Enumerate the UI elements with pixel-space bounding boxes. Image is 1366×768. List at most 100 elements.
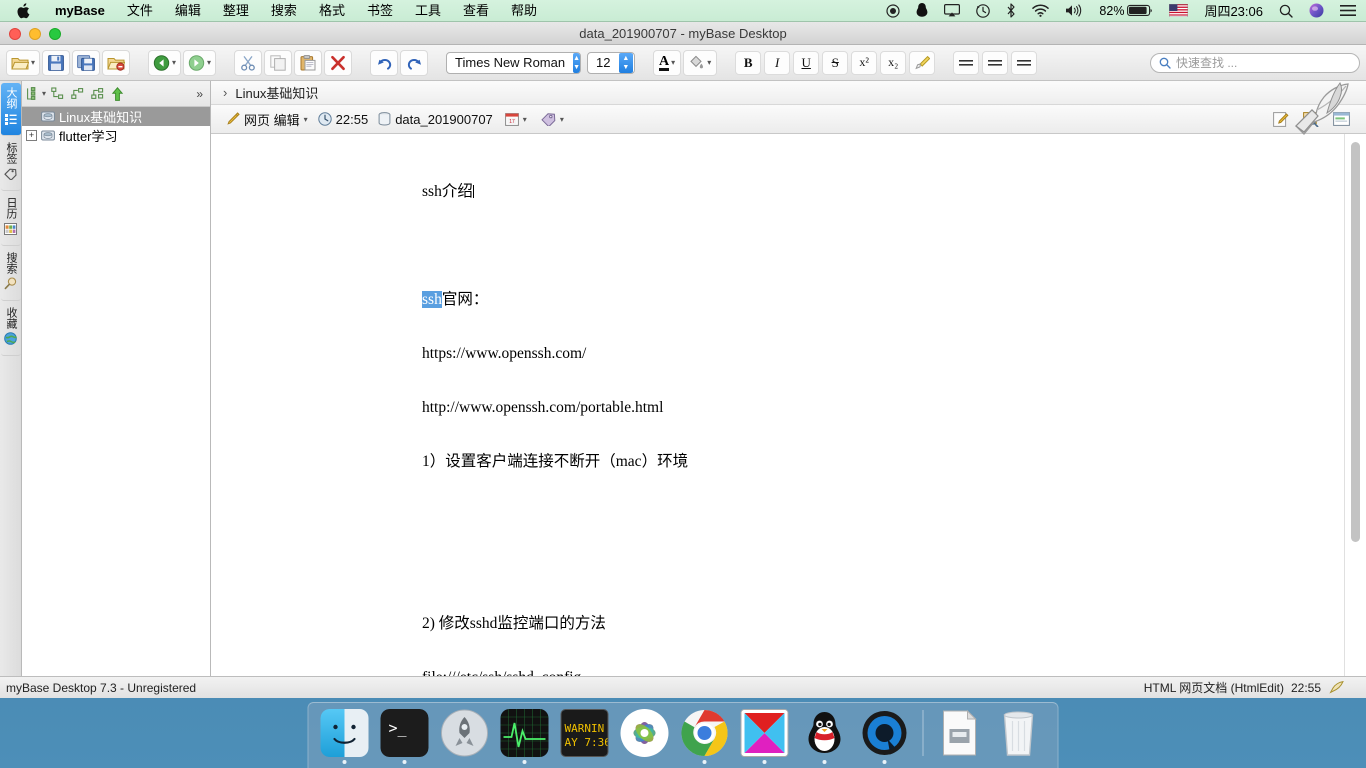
new-sub-node-button[interactable] [91,87,106,101]
undo-button[interactable] [370,49,399,76]
text-color-button[interactable]: A ▾ [653,49,682,76]
bold-button[interactable]: B [735,50,762,75]
dock-item-photos[interactable] [619,709,671,764]
dock-item-quicktime[interactable] [859,709,911,764]
dock-item-documents-stack[interactable] [936,709,988,764]
rail-tab-search[interactable]: 搜索 [0,248,21,301]
breadcrumb-path[interactable]: Linux基础知识 [235,83,318,102]
align-left-button[interactable] [953,50,980,75]
notification-center-icon[interactable] [1332,0,1366,22]
menu-item-help[interactable]: 帮助 [500,0,548,22]
window-icon[interactable] [1333,112,1350,126]
qq-penguin-icon[interactable] [908,0,936,22]
rail-tab-favorites[interactable]: 收藏 [0,303,21,356]
scrollbar-thumb[interactable] [1351,142,1360,542]
tree-item-linux[interactable]: Linux基础知识 [22,107,210,126]
superscript-button[interactable]: x² [851,50,878,75]
redo-button[interactable] [400,49,429,76]
database-control[interactable]: data_201900707 [378,112,493,127]
zoom-button[interactable] [49,28,61,40]
paste-button[interactable] [294,49,323,76]
edit-note-icon[interactable] [1273,111,1289,127]
italic-button[interactable]: I [764,50,791,75]
save-all-button[interactable] [72,49,101,76]
new-sibling-node-button[interactable] [51,86,66,101]
close-button[interactable] [9,28,21,40]
move-up-button[interactable] [111,86,124,101]
vertical-scrollbar[interactable] [1344,134,1366,676]
menu-item-file[interactable]: 文件 [116,0,164,22]
menu-item-bookmarks[interactable]: 书签 [356,0,404,22]
font-size-select[interactable]: 12 ▲ ▼ [587,51,636,74]
open-file-button[interactable]: ▾ [6,49,41,76]
siri-icon[interactable] [1301,0,1332,22]
preview-icon[interactable] [1303,111,1319,127]
menu-bar-clock[interactable]: 周四23:06 [1196,0,1271,22]
calendar-control[interactable]: 17 ▾ [504,112,527,126]
underline-button[interactable]: U [793,50,820,75]
dock-item-qq[interactable] [799,709,851,764]
cut-button[interactable] [234,49,263,76]
chevron-down-icon[interactable]: ▾ [31,58,35,67]
chevron-down-icon[interactable]: ▾ [304,115,308,124]
menu-item-mybase[interactable]: myBase [44,0,116,22]
dock-item-preview[interactable] [739,709,791,764]
minimize-button[interactable] [29,28,41,40]
spotlight-search-icon[interactable] [1271,0,1301,22]
time-machine-icon[interactable] [968,0,998,22]
menu-item-edit[interactable]: 编辑 [164,0,212,22]
dock-item-trash[interactable] [996,709,1048,764]
tree-expander-icon[interactable]: + [26,130,37,141]
save-file-button[interactable] [42,49,71,76]
font-family-select[interactable]: Times New Roman ▲ ▼ [446,51,582,74]
outline-more-button[interactable]: » [196,87,206,101]
us-flag-icon[interactable] [1161,0,1196,22]
menu-item-search[interactable]: 搜索 [260,0,308,22]
edit-mode-control[interactable]: 网页 编辑 ▾ [225,110,308,129]
chevron-down-icon[interactable]: ▾ [671,58,675,67]
rail-tab-outline[interactable]: 大纲 [0,83,21,136]
tag-control[interactable]: ▾ [541,112,564,126]
rail-tab-tags[interactable]: 标签 [0,138,21,191]
document-body[interactable]: ssh介绍 ssh官网： https://www.openssh.com/ ht… [211,134,1344,676]
battery-icon[interactable] [1127,0,1161,22]
record-icon[interactable] [878,0,908,22]
chevron-down-icon[interactable]: ▾ [523,115,527,124]
align-right-button[interactable] [1011,50,1038,75]
new-child-node-button[interactable] [71,87,86,101]
dock-item-clock-widget[interactable]: WARNIN AY 7:36 [559,709,611,764]
font-size-stepper[interactable]: ▲ ▼ [618,52,634,73]
highlight-color-button[interactable]: ▾ [683,49,718,76]
apple-logo-icon[interactable] [0,2,44,19]
wifi-icon[interactable] [1024,0,1057,22]
chevron-down-icon[interactable]: ▾ [172,58,176,67]
navigate-back-button[interactable]: ▾ [148,49,182,76]
dock-item-launchpad[interactable] [439,709,491,764]
subscript-button[interactable]: x₂ [880,50,907,75]
dock-item-finder[interactable] [319,709,371,764]
dock-item-chrome[interactable] [679,709,731,764]
chevron-down-icon[interactable]: ▾ [560,115,564,124]
navigate-forward-button[interactable]: ▾ [183,49,217,76]
menu-item-tools[interactable]: 工具 [404,0,452,22]
menu-item-organize[interactable]: 整理 [212,0,260,22]
volume-icon[interactable] [1057,0,1091,22]
delete-button[interactable] [324,49,353,76]
chevron-right-icon[interactable]: › [223,85,227,100]
dock-item-terminal[interactable]: >_ [379,709,431,764]
copy-button[interactable] [264,49,293,76]
chevron-down-icon[interactable]: ▾ [207,58,211,67]
quick-search-field[interactable]: 快速查找 ... [1150,52,1360,73]
close-file-button[interactable] [102,49,131,76]
new-node-button[interactable]: ▾ [26,86,46,101]
dock-item-activity-monitor[interactable] [499,709,551,764]
chevron-down-icon[interactable]: ▾ [707,58,711,67]
tree-item-flutter[interactable]: + flutter学习 [22,126,210,145]
chevron-down-icon[interactable]: ▾ [42,89,46,98]
strikethrough-button[interactable]: S [822,50,849,75]
font-family-stepper[interactable]: ▲ ▼ [573,52,581,73]
menu-item-format[interactable]: 格式 [308,0,356,22]
align-center-button[interactable] [982,50,1009,75]
bluetooth-icon[interactable] [998,0,1024,22]
time-control[interactable]: 22:55 [317,112,368,127]
